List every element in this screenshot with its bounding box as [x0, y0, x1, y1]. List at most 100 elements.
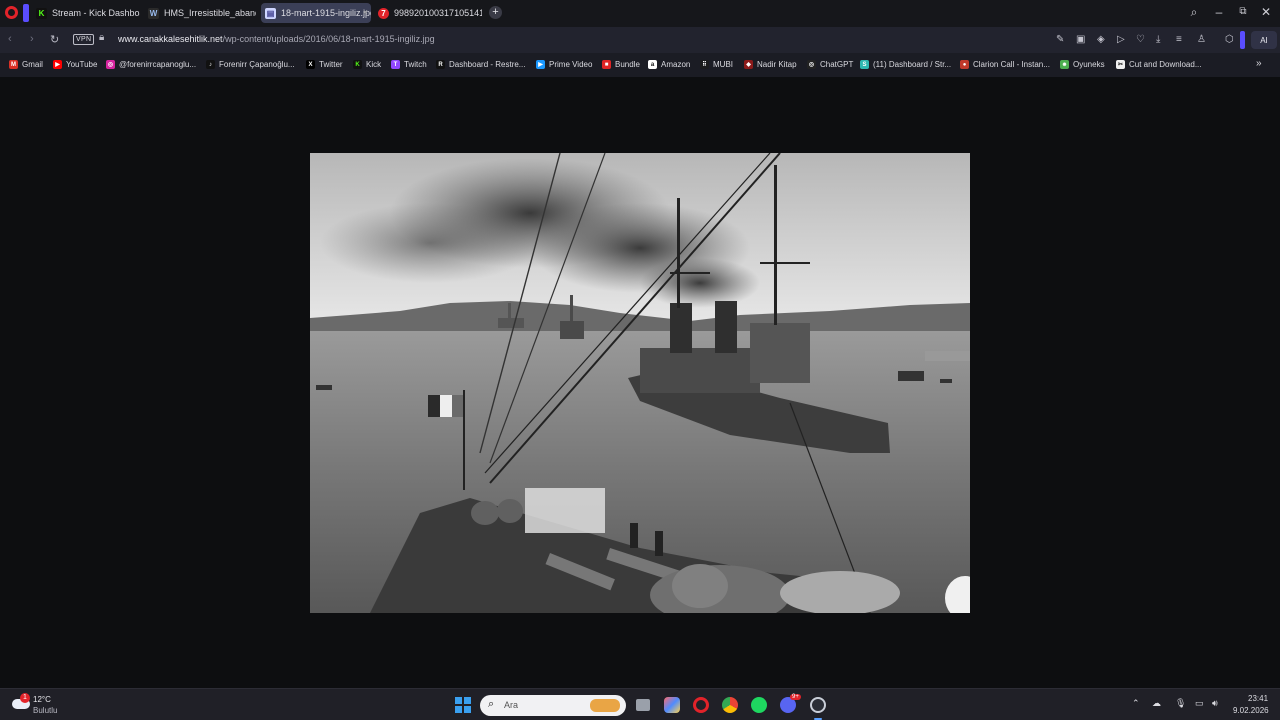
- url-domain: www.canakkalesehitlik.net: [118, 34, 223, 44]
- bookmark-streamlabs[interactable]: S (11) Dashboard / Str...: [860, 60, 951, 69]
- heart-icon[interactable]: ♡: [1136, 34, 1145, 45]
- close-window-button[interactable]: ✕: [1259, 5, 1273, 19]
- bookmark-label: Gmail: [22, 60, 43, 69]
- twitch-icon: T: [391, 60, 400, 69]
- weather-condition: Bulutlu: [33, 706, 58, 715]
- bookmark-label: Clarion Call - Instan...: [973, 60, 1050, 69]
- spotify-icon[interactable]: [751, 697, 767, 713]
- badge-count: 1: [23, 694, 27, 701]
- clock-date[interactable]: 9.02.2026: [1233, 706, 1269, 715]
- steam-icon[interactable]: [810, 697, 826, 713]
- profile-icon[interactable]: ♙: [1197, 34, 1206, 45]
- clarion-call-icon: ●: [960, 60, 969, 69]
- new-tab-button[interactable]: +: [489, 6, 502, 19]
- minimize-button[interactable]: –: [1212, 5, 1226, 19]
- tab-label: 99892010031710514135: [394, 8, 482, 18]
- tab-hms-irresistible[interactable]: W HMS_Irresistible_abandoned_: [144, 3, 256, 23]
- bookmark-prime-video[interactable]: ▶ Prime Video: [536, 60, 592, 69]
- gmail-icon: M: [9, 60, 18, 69]
- wikipedia-icon: W: [148, 7, 159, 19]
- play-icon[interactable]: ▷: [1117, 34, 1125, 45]
- distant-boat: [898, 371, 924, 381]
- shield-icon[interactable]: ◈: [1097, 34, 1105, 45]
- bookmark-label: ChatGPT: [820, 60, 854, 69]
- bookmark-tiktok[interactable]: ♪ Forenirr Çapanoğlu...: [206, 60, 295, 69]
- address-field[interactable]: www.canakkalesehitlik.net/wp-content/upl…: [118, 34, 435, 44]
- viewed-image[interactable]: [310, 153, 970, 613]
- restore-button[interactable]: ⧉: [1236, 6, 1250, 17]
- bookmark-restream[interactable]: R Dashboard - Restre...: [436, 60, 525, 69]
- bookmark-twitch[interactable]: T Twitch: [391, 60, 427, 69]
- bookmark-amazon[interactable]: a Amazon: [648, 60, 690, 69]
- download-icon[interactable]: ⤓: [1156, 34, 1160, 45]
- weather-widget[interactable]: 1 12°C Bulutlu: [10, 693, 70, 717]
- ai-button[interactable]: AI: [1251, 31, 1277, 49]
- tab-kick-dashboard[interactable]: K Stream - Kick Dashboard: [32, 3, 140, 23]
- windows-start-icon[interactable]: [455, 697, 471, 713]
- bookmark-kick[interactable]: K Kick: [353, 60, 381, 69]
- onedrive-icon[interactable]: ☁: [1152, 698, 1161, 709]
- clock-time[interactable]: 23:41: [1248, 694, 1268, 703]
- opera-taskbar-icon[interactable]: [693, 697, 709, 713]
- bookmark-label: YouTube: [66, 60, 98, 69]
- volume-icon[interactable]: 🔊︎: [1212, 698, 1218, 709]
- bookmark-youtube[interactable]: ▶ YouTube: [53, 60, 97, 69]
- bookmarks-bar: M Gmail ▶ YouTube ◎ @forenirrcapanoglu... ♪…: [0, 53, 1280, 77]
- forward-icon[interactable]: ›: [30, 33, 34, 45]
- streamlabs-icon: S: [860, 60, 869, 69]
- taskbar: 1 12°C Bulutlu ⌕ Ara 9+ ⌃ ☁ 🎙︎ ▭ 🔊︎ 23:4…: [0, 688, 1280, 720]
- bookmark-nadir-kitap[interactable]: ◆ Nadir Kitap: [744, 60, 797, 69]
- microphone-icon[interactable]: 🎙︎: [1175, 698, 1186, 709]
- bookmark-label: Bundle: [615, 60, 640, 69]
- bookmark-bundle[interactable]: ■ Bundle: [602, 60, 640, 69]
- copilot-icon[interactable]: [664, 697, 680, 713]
- bookmark-label: Twitch: [404, 60, 427, 69]
- edit-icon[interactable]: ✎: [1056, 34, 1064, 45]
- bookmark-chatgpt[interactable]: ◎ ChatGPT: [807, 60, 853, 69]
- bookmark-label: (11) Dashboard / Str...: [873, 60, 952, 69]
- search-placeholder: Ara: [504, 700, 519, 710]
- search-tabs-icon[interactable]: ⌕: [1187, 5, 1201, 20]
- bookmark-label: Amazon: [661, 60, 691, 69]
- bookmark-oyuneks[interactable]: ☻ Oyuneks: [1060, 60, 1105, 69]
- reload-icon[interactable]: ↻: [50, 33, 59, 46]
- tab-strip: K Stream - Kick Dashboard W HMS_Irresist…: [0, 0, 1280, 27]
- bookmark-instagram[interactable]: ◎ @forenirrcapanoglu...: [106, 60, 196, 69]
- tab-18-mart-image[interactable]: ▤ 18-mart-1915-ingiliz.jpg ×: [261, 3, 371, 23]
- bookmark-clarion-call[interactable]: ● Clarion Call - Instan...: [960, 60, 1050, 69]
- smoke-plume: [640, 258, 760, 308]
- sidebar-accent: [1240, 31, 1245, 49]
- menu-icon[interactable]: ≡: [1176, 34, 1182, 45]
- bookmark-label: Cut and Download...: [1129, 60, 1202, 69]
- kick-icon: K: [353, 60, 362, 69]
- chrome-icon[interactable]: [722, 697, 738, 713]
- bookmark-mubi[interactable]: ⠿ MUBI: [700, 60, 733, 69]
- tab-number-page[interactable]: 7 99892010031710514135: [374, 3, 482, 23]
- bookmark-cut-and-download[interactable]: ✂ Cut and Download...: [1116, 60, 1202, 69]
- bookmark-label: Nadir Kitap: [757, 60, 797, 69]
- camera-icon[interactable]: ▣: [1076, 34, 1085, 45]
- weather-temp: 12°C: [33, 695, 51, 704]
- bookmark-label: Prime Video: [549, 60, 593, 69]
- tab-list-button[interactable]: [23, 4, 29, 22]
- close-tab-icon[interactable]: ×: [363, 7, 368, 17]
- vpn-badge[interactable]: VPN: [73, 34, 95, 45]
- bookmark-gmail[interactable]: M Gmail: [9, 60, 43, 69]
- taskbar-search[interactable]: ⌕ Ara: [480, 695, 626, 716]
- bookmark-twitter[interactable]: X Twitter: [306, 60, 343, 69]
- tray-overflow-icon[interactable]: ⌃: [1132, 698, 1140, 709]
- cube-icon[interactable]: ⬡: [1225, 34, 1234, 45]
- opera-logo-icon[interactable]: [5, 6, 18, 19]
- bookmark-label: Forenirr Çapanoğlu...: [219, 60, 295, 69]
- task-view-icon[interactable]: [636, 699, 650, 711]
- kick-icon: K: [36, 7, 47, 19]
- back-icon[interactable]: ‹: [8, 33, 12, 45]
- lock-icon[interactable]: 🔒︎: [99, 32, 104, 43]
- bookmarks-overflow-button[interactable]: »: [1256, 58, 1262, 69]
- youtube-icon: ▶: [53, 60, 62, 69]
- plus-icon: +: [492, 6, 499, 18]
- instagram-icon: ◎: [106, 60, 115, 69]
- prime-video-icon: ▶: [536, 60, 545, 69]
- network-icon[interactable]: ▭: [1195, 698, 1204, 709]
- x-icon: X: [306, 60, 315, 69]
